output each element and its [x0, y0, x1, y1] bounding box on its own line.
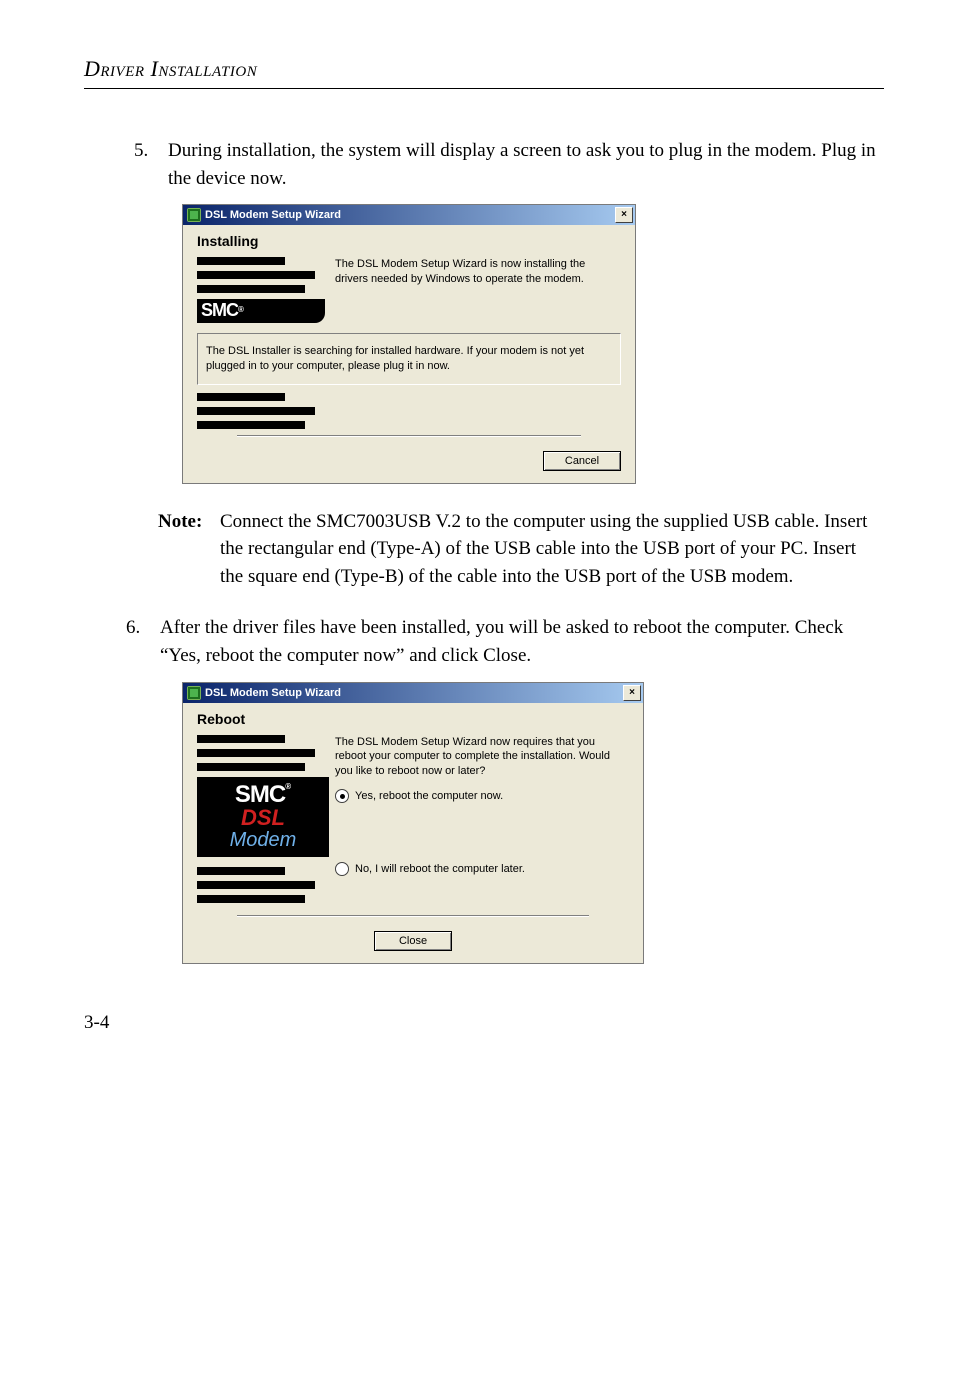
close-icon[interactable]: × [615, 207, 633, 223]
note: Note: Connect the SMC7003USB V.2 to the … [158, 508, 884, 591]
step-text: During installation, the system will dis… [168, 137, 884, 192]
brand-smc: SMC [235, 781, 285, 808]
brand-logo-partial: SMC® [197, 299, 325, 323]
step-text: After the driver files have been install… [160, 614, 884, 669]
dialog-reboot: DSL Modem Setup Wizard × Reboot SMC® DSL… [182, 682, 644, 964]
note-text: Connect the SMC7003USB V.2 to the comput… [220, 508, 884, 591]
radio-yes[interactable]: Yes, reboot the computer now. [335, 789, 629, 804]
radio-yes-label: Yes, reboot the computer now. [355, 789, 503, 804]
brand-bars-bottom [197, 393, 621, 429]
dialog-body-text: The DSL Modem Setup Wizard is now instal… [335, 257, 621, 323]
dialog-body-text: The DSL Modem Setup Wizard now requires … [335, 735, 629, 780]
brand-logo: SMC® DSL Modem [197, 777, 329, 857]
step-6: 6. After the driver files have been inst… [126, 614, 884, 669]
step-5: 5. During installation, the system will … [134, 137, 884, 192]
step-number: 5. [134, 137, 168, 192]
note-label: Note: [158, 508, 220, 591]
brand-modem: Modem [203, 829, 323, 851]
titlebar: DSL Modem Setup Wizard × [183, 683, 643, 703]
radio-icon[interactable] [335, 862, 349, 876]
section-rule [84, 88, 884, 89]
page-number: 3-4 [84, 1012, 884, 1034]
titlebar-text: DSL Modem Setup Wizard [205, 687, 623, 699]
titlebar-text: DSL Modem Setup Wizard [205, 209, 615, 221]
app-icon [187, 208, 201, 222]
status-box: The DSL Installer is searching for insta… [197, 333, 621, 385]
radio-no-label: No, I will reboot the computer later. [355, 862, 525, 877]
radio-no[interactable]: No, I will reboot the computer later. [335, 862, 629, 877]
close-button[interactable]: Close [374, 931, 452, 951]
brand-bars-top [197, 735, 325, 771]
dialog-installing: DSL Modem Setup Wizard × Installing SMC®… [182, 204, 636, 484]
dialog-heading: Reboot [197, 709, 629, 735]
section-title: Driver Installation [84, 56, 884, 82]
dialog-separator [237, 435, 581, 437]
app-icon [187, 686, 201, 700]
close-icon[interactable]: × [623, 685, 641, 701]
cancel-button[interactable]: Cancel [543, 451, 621, 471]
brand-bars-top [197, 257, 325, 293]
dialog-separator [237, 915, 589, 917]
radio-icon-selected[interactable] [335, 789, 349, 803]
brand-dsl: DSL [203, 807, 323, 829]
titlebar: DSL Modem Setup Wizard × [183, 205, 635, 225]
brand-bars-bottom [197, 867, 325, 903]
dialog-heading: Installing [197, 231, 621, 257]
step-number: 6. [126, 614, 160, 669]
brand-reg: ® [285, 782, 291, 791]
